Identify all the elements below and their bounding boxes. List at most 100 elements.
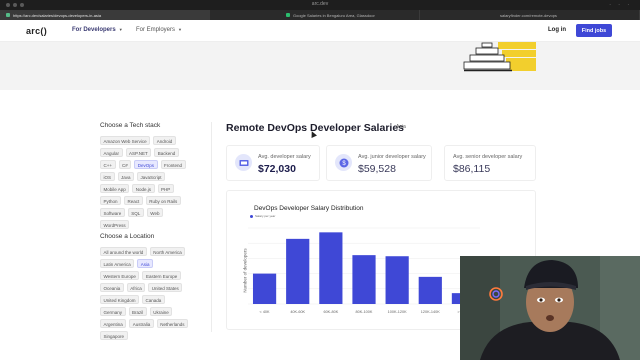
location-chip[interactable]: United States bbox=[148, 283, 183, 292]
tech-chip[interactable]: Backend bbox=[154, 148, 179, 157]
x-tick-label: < 40K bbox=[260, 310, 270, 314]
location-chip[interactable]: Africa bbox=[126, 283, 146, 292]
legend-label: Salary per year bbox=[255, 214, 276, 218]
location-chip[interactable]: Ukraine bbox=[149, 307, 173, 316]
tech-stack-chips: Amazon Web Service Android Angular ASP.NET B… bbox=[100, 136, 192, 229]
tech-chip[interactable]: PHP bbox=[157, 184, 174, 193]
tech-stack-heading: Choose a Tech stack bbox=[100, 122, 161, 129]
browser-tab-label: Google Salaries in Bengaluru Area, Glass… bbox=[293, 12, 375, 18]
chevron-down-icon: ▼ bbox=[118, 27, 123, 32]
tech-chip[interactable]: iOS bbox=[100, 172, 115, 181]
location-chip[interactable]: North America bbox=[149, 247, 186, 256]
tech-chip[interactable]: Amazon Web Service bbox=[100, 136, 151, 145]
stat-card-junior: $ Avg. junior developer salary $59,528 bbox=[326, 145, 432, 181]
browser-toolbar-icons[interactable]: · · · bbox=[609, 2, 632, 8]
tech-chip[interactable]: DevOps bbox=[134, 160, 158, 169]
location-chip[interactable]: All around the world bbox=[100, 247, 147, 256]
tech-chip[interactable]: Software bbox=[100, 208, 125, 217]
favicon-icon bbox=[286, 13, 290, 17]
browser-tab[interactable]: Google Salaries in Bengaluru Area, Glass… bbox=[210, 10, 420, 20]
chart-title: DevOps Developer Salary Distribution bbox=[254, 205, 364, 212]
stat-card-senior: Avg. senior developer salary $86,115 bbox=[444, 145, 536, 181]
stat-value: $86,115 bbox=[453, 163, 491, 175]
site-header: arc() For Developers ▼ For Employers ▼ Log… bbox=[0, 20, 640, 42]
tech-chip[interactable]: SQL bbox=[127, 208, 144, 217]
location-heading: Choose a Location bbox=[100, 233, 155, 240]
location-chip[interactable]: United Kingdom bbox=[100, 295, 140, 304]
tech-chip[interactable]: Python bbox=[100, 196, 122, 205]
chart-bar[interactable] bbox=[286, 238, 310, 304]
nav-for-employers[interactable]: For Employers ▼ bbox=[136, 27, 182, 33]
chart-bar[interactable] bbox=[385, 256, 409, 304]
browser-tab[interactable]: https://arc.dev/salaries/devops-develope… bbox=[0, 10, 210, 20]
presenter-video bbox=[460, 256, 640, 360]
tech-chip[interactable]: ASP.NET bbox=[125, 148, 152, 157]
webcam-overlay bbox=[460, 256, 640, 360]
favicon-icon bbox=[6, 13, 10, 17]
location-chip[interactable]: Australia bbox=[129, 319, 154, 328]
hero-banner bbox=[0, 42, 640, 90]
location-chip[interactable]: Oceania bbox=[100, 283, 124, 292]
browser-tab-label: https://arc.dev/salaries/devops-develope… bbox=[13, 12, 102, 18]
tech-chip[interactable]: React bbox=[124, 196, 143, 205]
tech-chip[interactable]: Angular bbox=[100, 148, 123, 157]
location-chips: All around the world North America Latin A… bbox=[100, 247, 192, 340]
tech-chip[interactable]: C# bbox=[118, 160, 132, 169]
tech-chip[interactable]: JavaScript bbox=[137, 172, 166, 181]
nav-label: For Employers bbox=[136, 27, 176, 33]
location-chip[interactable]: Eastern Europe bbox=[142, 271, 181, 280]
tech-chip[interactable]: Ruby on Rails bbox=[145, 196, 181, 205]
tech-chip[interactable]: WordPress bbox=[100, 220, 130, 229]
window-title: arc.dev bbox=[311, 1, 329, 7]
location-chip[interactable]: Asia bbox=[137, 259, 154, 268]
tech-chip[interactable]: C++ bbox=[100, 160, 116, 169]
find-jobs-button[interactable]: Find jobs bbox=[576, 24, 612, 37]
location-chip[interactable]: Western Europe bbox=[100, 271, 140, 280]
tech-chip[interactable]: Frontend bbox=[160, 160, 186, 169]
browser-tab[interactable]: salaryfinder.com/remote-devops bbox=[420, 10, 640, 20]
browser-tab-label: salaryfinder.com/remote-devops bbox=[500, 12, 557, 18]
tech-chip[interactable]: Web bbox=[146, 208, 163, 217]
chart-bar[interactable] bbox=[252, 273, 277, 304]
column-divider bbox=[211, 122, 212, 332]
tech-chip[interactable]: Mobile App bbox=[100, 184, 130, 193]
browser-tab-bar: https://arc.dev/salaries/devops-develope… bbox=[0, 10, 640, 20]
location-chip[interactable]: Germany bbox=[100, 307, 126, 316]
location-chip[interactable]: Brazil bbox=[128, 307, 147, 316]
nav-label: For Developers bbox=[72, 27, 116, 33]
tech-chip[interactable]: Node.js bbox=[132, 184, 155, 193]
salary-icon bbox=[235, 154, 252, 171]
location-chip[interactable]: Argentina bbox=[100, 319, 127, 328]
x-tick-label: 100K-120K bbox=[388, 310, 407, 314]
chart-bar[interactable] bbox=[352, 255, 376, 304]
x-tick-label: 120K-140K bbox=[421, 310, 440, 314]
nav-for-developers[interactable]: For Developers ▼ bbox=[72, 27, 123, 33]
stat-value: $59,528 bbox=[358, 163, 396, 175]
stat-label: Avg. junior developer salary bbox=[358, 154, 426, 160]
stat-label: Avg. developer salary bbox=[258, 154, 311, 160]
podium-illustration bbox=[463, 42, 536, 72]
tech-chip[interactable]: Java bbox=[117, 172, 135, 181]
stat-label: Avg. senior developer salary bbox=[453, 154, 523, 160]
dollar-icon: $ bbox=[335, 154, 352, 171]
x-tick-label: 60K-80K bbox=[323, 310, 338, 314]
chevron-down-icon: ▼ bbox=[178, 27, 182, 32]
tech-chip[interactable]: Android bbox=[153, 136, 176, 145]
stat-card-avg: Avg. developer salary $72,030 bbox=[226, 145, 320, 181]
location-chip[interactable]: Latin America bbox=[100, 259, 135, 268]
location-chip[interactable]: Singapore bbox=[100, 331, 128, 340]
stat-value: $72,030 bbox=[258, 163, 296, 175]
arc-logo[interactable]: arc() bbox=[26, 26, 47, 36]
login-link[interactable]: Log in bbox=[548, 27, 566, 33]
page-bottom bbox=[0, 354, 460, 360]
chart-legend: Salary per year bbox=[250, 214, 275, 218]
chart-bar[interactable] bbox=[418, 276, 442, 304]
location-chip[interactable]: Netherlands bbox=[156, 319, 189, 328]
location-chip[interactable]: Canada bbox=[142, 295, 165, 304]
region-tag: Asia bbox=[396, 124, 406, 130]
chart-bar[interactable] bbox=[319, 232, 343, 304]
x-tick-label: 40K-60K bbox=[290, 310, 305, 314]
x-tick-label: 80K-100K bbox=[356, 310, 373, 314]
salary-distribution-chart: < 40K 40K-60K 60K-80K 80K-100K 100K-120K 120K… bbox=[248, 227, 480, 314]
browser-titlebar: arc.dev · · · bbox=[0, 0, 640, 10]
